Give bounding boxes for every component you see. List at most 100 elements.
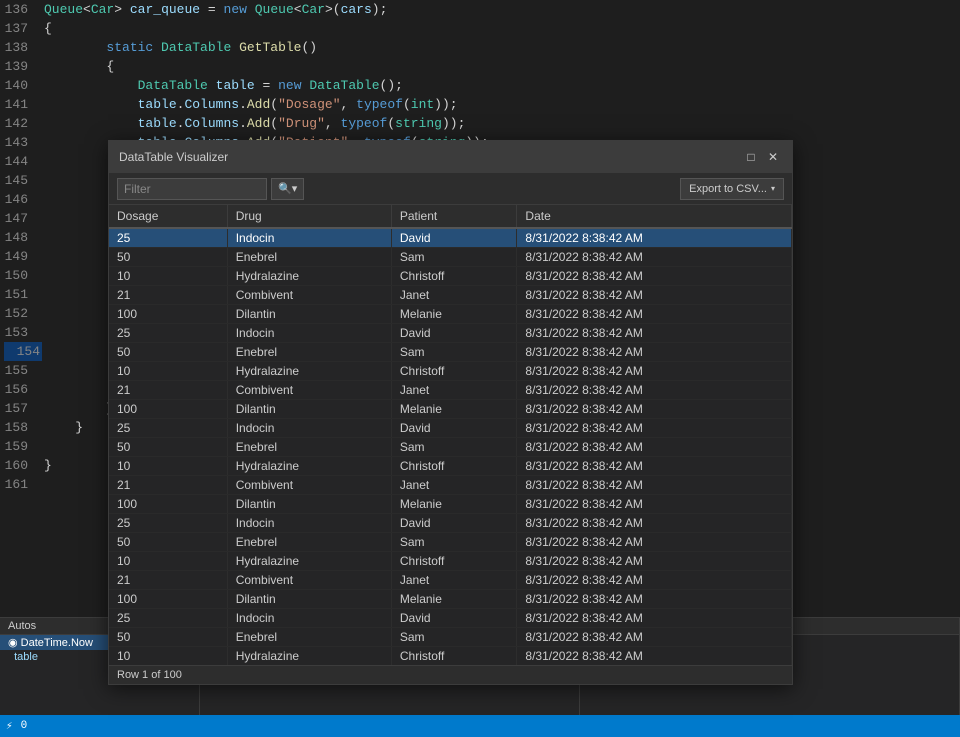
table-row[interactable]: 100DilantinMelanie8/31/2022 8:38:42 AM	[109, 400, 792, 419]
filter-dropdown-icon: ▾	[292, 182, 298, 195]
titlebar-buttons: □ ✕	[742, 148, 782, 166]
cell-date: 8/31/2022 8:38:42 AM	[517, 248, 792, 267]
table-row[interactable]: 25IndocinDavid8/31/2022 8:38:42 AM	[109, 228, 792, 248]
table-container[interactable]: Dosage Drug Patient Date 25IndocinDavid8…	[109, 205, 792, 665]
status-bar: ⚡ 0	[0, 715, 960, 737]
cell-date: 8/31/2022 8:38:42 AM	[517, 228, 792, 248]
cell-patient: Melanie	[391, 400, 517, 419]
table-row[interactable]: 21CombiventJanet8/31/2022 8:38:42 AM	[109, 571, 792, 590]
cell-date: 8/31/2022 8:38:42 AM	[517, 590, 792, 609]
table-row[interactable]: 50EnebrelSam8/31/2022 8:38:42 AM	[109, 248, 792, 267]
table-row[interactable]: 25IndocinDavid8/31/2022 8:38:42 AM	[109, 324, 792, 343]
filter-search-button[interactable]: 🔍 ▾	[271, 178, 304, 200]
cell-patient: David	[391, 419, 517, 438]
cell-dosage: 21	[109, 381, 227, 400]
cell-dosage: 25	[109, 514, 227, 533]
cell-drug: Dilantin	[227, 305, 391, 324]
cell-dosage: 25	[109, 609, 227, 628]
table-row[interactable]: 10HydralazineChristoff8/31/2022 8:38:42 …	[109, 457, 792, 476]
filter-group: 🔍 ▾	[117, 178, 304, 200]
cell-patient: Christoff	[391, 457, 517, 476]
cell-drug: Hydralazine	[227, 647, 391, 666]
cell-date: 8/31/2022 8:38:42 AM	[517, 495, 792, 514]
table-row[interactable]: 50EnebrelSam8/31/2022 8:38:42 AM	[109, 533, 792, 552]
cell-patient: Sam	[391, 343, 517, 362]
cell-patient: Melanie	[391, 305, 517, 324]
cell-drug: Enebrel	[227, 438, 391, 457]
cell-patient: Janet	[391, 571, 517, 590]
cell-drug: Dilantin	[227, 590, 391, 609]
cell-date: 8/31/2022 8:38:42 AM	[517, 343, 792, 362]
cell-patient: Christoff	[391, 647, 517, 666]
export-button[interactable]: Export to CSV... ▾	[680, 178, 784, 200]
cell-drug: Combivent	[227, 571, 391, 590]
cell-drug: Dilantin	[227, 400, 391, 419]
cell-drug: Indocin	[227, 324, 391, 343]
table-row[interactable]: 10HydralazineChristoff8/31/2022 8:38:42 …	[109, 552, 792, 571]
cell-dosage: 100	[109, 495, 227, 514]
code-line-136: 136 Queue<Car> car_queue = new Queue<Car…	[0, 0, 960, 19]
cell-date: 8/31/2022 8:38:42 AM	[517, 324, 792, 343]
datatable-visualizer-dialog: DataTable Visualizer □ ✕ 🔍 ▾ Export to C…	[108, 140, 793, 685]
cell-patient: Melanie	[391, 495, 517, 514]
code-line-141: 141 table.Columns.Add("Dosage", typeof(i…	[0, 95, 960, 114]
cell-dosage: 100	[109, 400, 227, 419]
search-icon: 🔍	[278, 182, 292, 195]
table-row[interactable]: 50EnebrelSam8/31/2022 8:38:42 AM	[109, 438, 792, 457]
dialog-statusbar: Row 1 of 100	[109, 665, 792, 684]
dialog-toolbar: 🔍 ▾ Export to CSV... ▾	[109, 173, 792, 205]
col-header-patient: Patient	[391, 205, 517, 228]
cell-date: 8/31/2022 8:38:42 AM	[517, 514, 792, 533]
code-line-142: 142 table.Columns.Add("Drug", typeof(str…	[0, 114, 960, 133]
cell-patient: Christoff	[391, 552, 517, 571]
table-row[interactable]: 100DilantinMelanie8/31/2022 8:38:42 AM	[109, 305, 792, 324]
cell-dosage: 21	[109, 286, 227, 305]
cell-drug: Enebrel	[227, 628, 391, 647]
cell-date: 8/31/2022 8:38:42 AM	[517, 305, 792, 324]
cell-patient: Janet	[391, 476, 517, 495]
cell-drug: Dilantin	[227, 495, 391, 514]
cell-dosage: 10	[109, 457, 227, 476]
code-line-137: 137 {	[0, 19, 960, 38]
cell-dosage: 50	[109, 343, 227, 362]
table-row[interactable]: 21CombiventJanet8/31/2022 8:38:42 AM	[109, 381, 792, 400]
col-header-date: Date	[517, 205, 792, 228]
cell-patient: David	[391, 514, 517, 533]
cell-drug: Combivent	[227, 286, 391, 305]
filter-input[interactable]	[117, 178, 267, 200]
cell-patient: Melanie	[391, 590, 517, 609]
cell-patient: David	[391, 228, 517, 248]
cell-date: 8/31/2022 8:38:42 AM	[517, 533, 792, 552]
cell-drug: Hydralazine	[227, 267, 391, 286]
close-button[interactable]: ✕	[764, 148, 782, 166]
cell-patient: Sam	[391, 438, 517, 457]
export-dropdown-icon: ▾	[771, 184, 775, 193]
code-line-138: 138 static DataTable GetTable()	[0, 38, 960, 57]
table-row[interactable]: 25IndocinDavid8/31/2022 8:38:42 AM	[109, 419, 792, 438]
table-row[interactable]: 21CombiventJanet8/31/2022 8:38:42 AM	[109, 476, 792, 495]
cell-patient: David	[391, 324, 517, 343]
table-row[interactable]: 25IndocinDavid8/31/2022 8:38:42 AM	[109, 609, 792, 628]
cell-drug: Indocin	[227, 228, 391, 248]
table-row[interactable]: 50EnebrelSam8/31/2022 8:38:42 AM	[109, 628, 792, 647]
cell-drug: Indocin	[227, 609, 391, 628]
table-row[interactable]: 50EnebrelSam8/31/2022 8:38:42 AM	[109, 343, 792, 362]
table-row[interactable]: 100DilantinMelanie8/31/2022 8:38:42 AM	[109, 590, 792, 609]
cell-dosage: 100	[109, 305, 227, 324]
dialog-title: DataTable Visualizer	[119, 150, 228, 164]
cell-drug: Combivent	[227, 476, 391, 495]
table-row[interactable]: 100DilantinMelanie8/31/2022 8:38:42 AM	[109, 495, 792, 514]
table-row[interactable]: 25IndocinDavid8/31/2022 8:38:42 AM	[109, 514, 792, 533]
cell-patient: Sam	[391, 628, 517, 647]
table-row[interactable]: 10HydralazineChristoff8/31/2022 8:38:42 …	[109, 647, 792, 666]
col-header-dosage: Dosage	[109, 205, 227, 228]
table-row[interactable]: 21CombiventJanet8/31/2022 8:38:42 AM	[109, 286, 792, 305]
minimize-button[interactable]: □	[742, 148, 760, 166]
table-row[interactable]: 10HydralazineChristoff8/31/2022 8:38:42 …	[109, 267, 792, 286]
status-count: 0	[21, 720, 28, 732]
cell-dosage: 50	[109, 628, 227, 647]
cell-dosage: 50	[109, 248, 227, 267]
datetime-label: ◉ DateTime.Now	[8, 636, 93, 649]
table-row[interactable]: 10HydralazineChristoff8/31/2022 8:38:42 …	[109, 362, 792, 381]
cell-date: 8/31/2022 8:38:42 AM	[517, 457, 792, 476]
